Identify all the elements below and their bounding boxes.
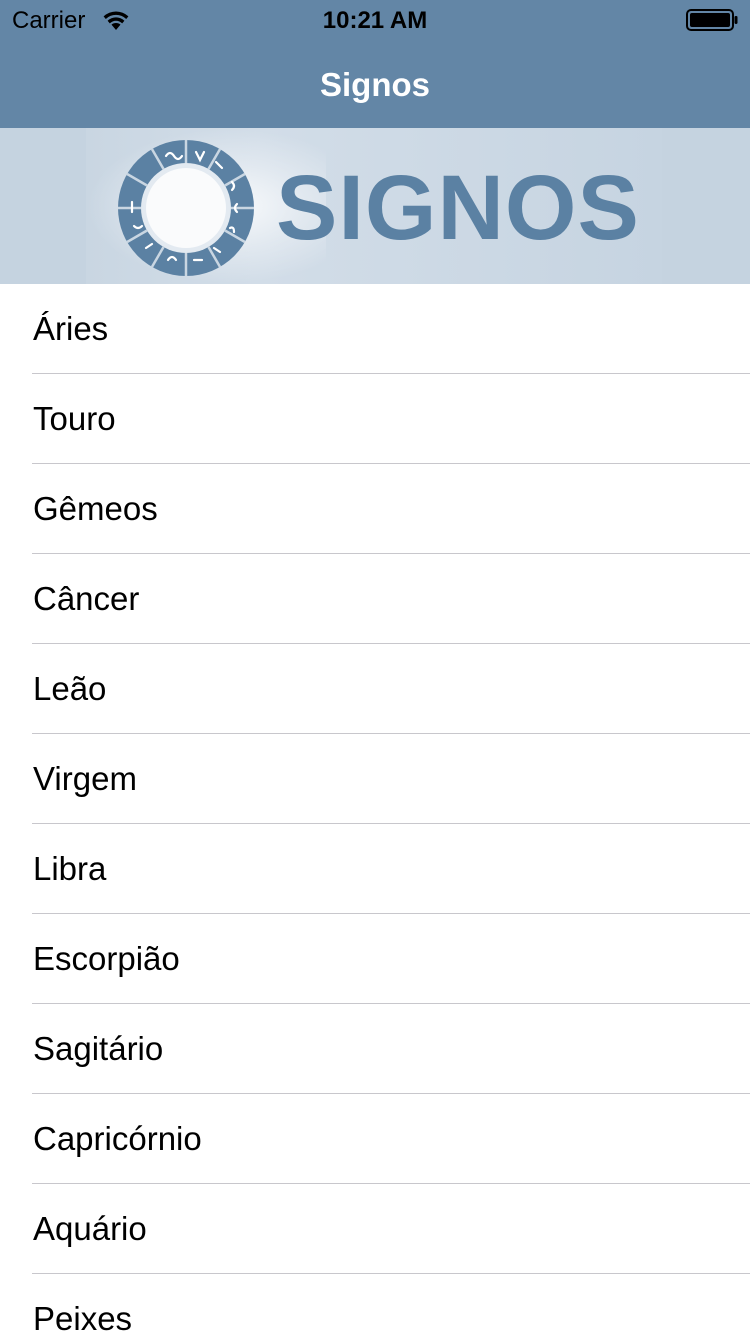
sign-label: Aquário	[33, 1210, 147, 1247]
sign-row-peixes[interactable]: Peixes	[0, 1274, 750, 1334]
sign-row-capricornio[interactable]: Capricórnio	[0, 1094, 750, 1184]
page-title: Signos	[319, 66, 430, 103]
sign-label: Gêmeos	[33, 490, 158, 527]
sign-label: Virgem	[33, 760, 137, 797]
sign-label: Sagitário	[33, 1030, 164, 1067]
sign-label: Capricórnio	[33, 1120, 202, 1157]
sign-label: Peixes	[33, 1300, 133, 1334]
battery-icon	[686, 9, 738, 31]
sign-label: Libra	[33, 850, 107, 887]
status-bar: Carrier 10:21 AM	[0, 0, 750, 40]
sign-row-touro[interactable]: Touro	[0, 374, 750, 464]
sign-row-cancer[interactable]: Câncer	[0, 554, 750, 644]
sign-row-aquario[interactable]: Aquário	[0, 1184, 750, 1274]
app-screen: Carrier 10:21 AM Signos SIGNOS Áries Tou…	[0, 0, 750, 1334]
sign-row-leao[interactable]: Leão	[0, 644, 750, 734]
sign-label: Escorpião	[33, 940, 180, 977]
sign-row-sagitario[interactable]: Sagitário	[0, 1004, 750, 1094]
sign-row-escorpiao[interactable]: Escorpião	[0, 914, 750, 1004]
sign-label: Áries	[33, 310, 109, 347]
sign-row-virgem[interactable]: Virgem	[0, 734, 750, 824]
zodiac-wheel-logo	[118, 140, 254, 276]
sign-row-aries[interactable]: Áries	[0, 284, 750, 374]
sign-label: Leão	[33, 670, 107, 707]
sign-label: Touro	[33, 400, 116, 437]
navigation-bar: Carrier 10:21 AM Signos	[0, 0, 750, 128]
signos-logo-text: SIGNOS	[276, 157, 640, 259]
sign-list: Áries Touro Gêmeos Câncer Leão Virgem Li…	[0, 284, 750, 1334]
sign-row-libra[interactable]: Libra	[0, 824, 750, 914]
sign-label: Câncer	[33, 580, 140, 617]
status-time: 10:21 AM	[322, 7, 428, 34]
sign-row-gemeos[interactable]: Gêmeos	[0, 464, 750, 554]
